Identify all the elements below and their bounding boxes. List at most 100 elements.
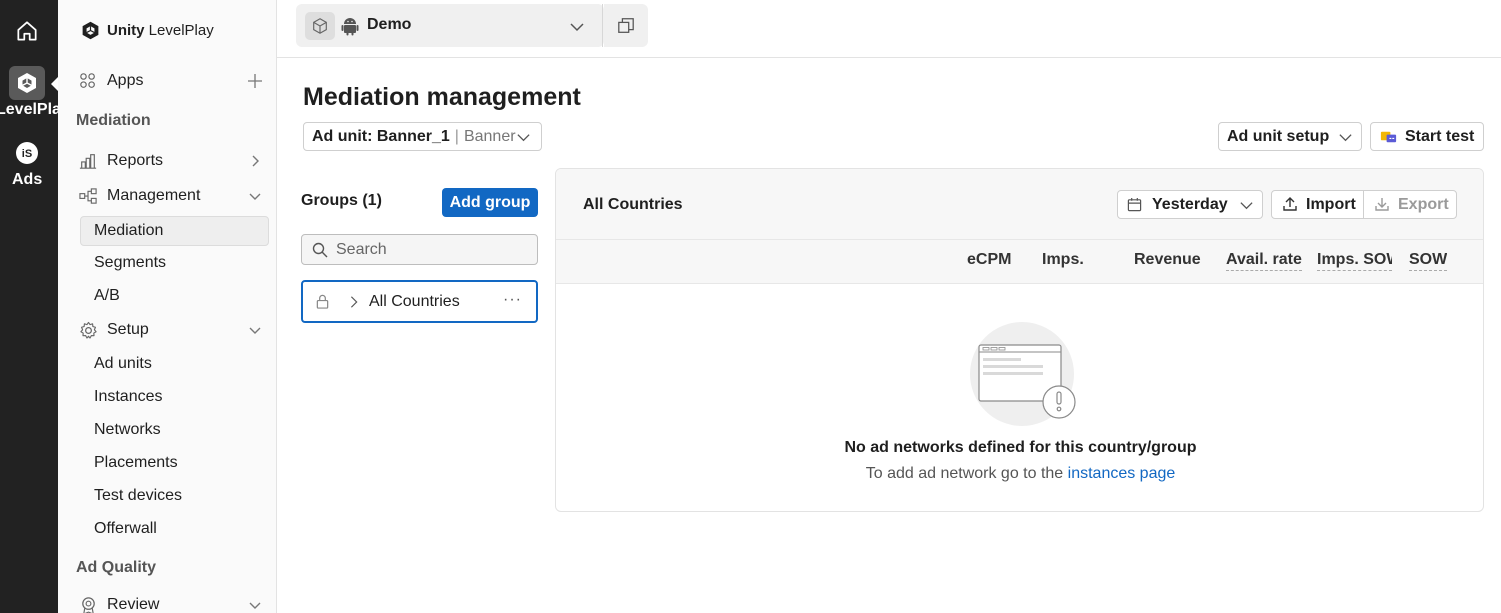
nav-management-label: Management xyxy=(107,187,201,204)
import-export-group: Import Export xyxy=(1271,190,1457,219)
group-search-input[interactable]: Search xyxy=(301,234,538,265)
start-test-label: Start test xyxy=(1405,127,1475,145)
chevron-down-icon xyxy=(249,602,261,609)
search-placeholder: Search xyxy=(336,240,387,258)
group-item-label: All Countries xyxy=(369,293,460,310)
top-bar: Demo xyxy=(277,0,1501,58)
add-app-icon[interactable] xyxy=(247,73,263,89)
unity-logo-icon xyxy=(82,21,99,40)
column-imps[interactable]: Imps. xyxy=(1042,251,1084,269)
brand-logo[interactable]: Unity LevelPlay xyxy=(80,20,214,41)
empty-state-illustration xyxy=(970,322,1076,426)
column-ecpm[interactable]: eCPM xyxy=(967,251,1011,269)
download-icon xyxy=(1375,198,1389,211)
svg-text:iS: iS xyxy=(22,148,32,160)
empty-state-title: No ad networks defined for this country/… xyxy=(844,439,1197,456)
nav-review[interactable]: Review xyxy=(78,590,263,613)
nav-reports-label: Reports xyxy=(107,152,164,169)
chevron-down-icon xyxy=(249,327,261,334)
import-button[interactable]: Import xyxy=(1272,191,1364,218)
add-group-button[interactable]: Add group xyxy=(442,188,538,217)
ad-unit-setup-button[interactable]: Ad unit setup xyxy=(1218,122,1362,151)
bar-chart-icon xyxy=(78,151,98,171)
nav-sub-mediation[interactable]: Mediation xyxy=(80,216,269,246)
brand-name-bold: Unity xyxy=(107,22,145,39)
nav-apps-label: Apps xyxy=(107,72,144,89)
nav-setup[interactable]: Setup xyxy=(78,315,263,345)
group-item-all-countries[interactable]: All Countries ··· xyxy=(301,280,538,323)
nav-apps[interactable]: Apps xyxy=(78,66,263,96)
home-icon[interactable] xyxy=(14,18,40,44)
test-device-icon xyxy=(1380,131,1397,143)
group-detail-panel: All Countries Yesterday Import Export eC… xyxy=(555,168,1484,512)
app-selector-divider xyxy=(602,4,603,47)
nav-sub-ad-units[interactable]: Ad units xyxy=(80,349,269,379)
ad-unit-setup-label: Ad unit setup xyxy=(1227,127,1330,145)
section-mediation: Mediation xyxy=(76,112,151,129)
date-range-label: Yesterday xyxy=(1152,195,1228,213)
empty-state-subtitle: To add ad network go to the instances pa… xyxy=(556,465,1483,483)
review-badge-icon xyxy=(78,595,98,613)
nav-sub-instances[interactable]: Instances xyxy=(80,382,269,412)
ad-unit-name: Ad unit: Banner_1 xyxy=(312,127,450,145)
more-options-icon[interactable]: ··· xyxy=(503,291,522,309)
empty-state-text: To add ad network go to the xyxy=(865,465,1064,482)
unity-cube-icon xyxy=(18,73,36,93)
upload-icon xyxy=(1283,197,1297,211)
column-sow[interactable]: SOW xyxy=(1409,251,1448,271)
nav-reports[interactable]: Reports xyxy=(78,146,263,176)
search-icon xyxy=(312,242,328,258)
app-selector[interactable]: Demo xyxy=(296,4,604,47)
sidebar: Unity LevelPlay Apps Mediation Reports M… xyxy=(58,0,277,613)
rail-label-ads: Ads xyxy=(12,171,43,188)
android-icon xyxy=(341,18,359,36)
app-rail: LevelPlay iS Ads xyxy=(0,0,58,613)
nav-sub-placements[interactable]: Placements xyxy=(80,448,269,478)
nav-review-label: Review xyxy=(107,596,160,613)
nav-setup-label: Setup xyxy=(107,321,149,338)
management-tree-icon xyxy=(78,186,98,206)
groups-title: Groups (1) xyxy=(301,192,382,209)
calendar-icon xyxy=(1127,197,1142,212)
nav-sub-test-devices[interactable]: Test devices xyxy=(80,481,269,511)
ad-unit-selector[interactable]: Ad unit: Banner_1 | Banner xyxy=(303,122,542,151)
nav-sub-ab[interactable]: A/B xyxy=(80,281,269,311)
copy-icon xyxy=(618,17,634,33)
chevron-down-icon xyxy=(1240,202,1253,210)
rail-label-levelplay: LevelPlay xyxy=(0,101,58,118)
ad-unit-separator: | xyxy=(454,127,459,145)
table-header: eCPM Imps. Revenue Avail. rate Imps. SOW… xyxy=(556,240,1483,284)
import-label: Import xyxy=(1306,195,1356,213)
column-revenue[interactable]: Revenue xyxy=(1134,251,1201,269)
app-cube-icon xyxy=(305,12,335,40)
chevron-right-icon[interactable] xyxy=(347,295,361,309)
instances-page-link[interactable]: instances page xyxy=(1068,465,1176,482)
chevron-down-icon xyxy=(517,134,530,142)
gear-icon xyxy=(78,320,98,340)
lock-icon xyxy=(316,294,329,309)
chevron-down-icon xyxy=(249,193,261,200)
nav-sub-offerwall[interactable]: Offerwall xyxy=(80,514,269,544)
column-avail-rate[interactable]: Avail. rate xyxy=(1226,251,1302,271)
export-label: Export xyxy=(1398,195,1449,213)
start-test-button[interactable]: Start test xyxy=(1370,122,1484,151)
nav-sub-networks[interactable]: Networks xyxy=(80,415,269,445)
nav-management[interactable]: Management xyxy=(78,181,263,211)
chevron-down-icon xyxy=(570,23,584,32)
nav-sub-segments[interactable]: Segments xyxy=(80,248,269,278)
section-ad-quality: Ad Quality xyxy=(76,559,157,576)
duplicate-button[interactable] xyxy=(604,4,648,47)
export-button[interactable]: Export xyxy=(1364,191,1456,218)
rail-active-pointer xyxy=(51,76,58,92)
ad-unit-type: Banner xyxy=(463,127,516,145)
chevron-down-icon xyxy=(1339,134,1352,142)
ironsource-icon[interactable]: iS xyxy=(15,141,39,165)
rail-item-levelplay[interactable] xyxy=(9,66,45,100)
apps-grid-icon xyxy=(78,71,98,91)
chevron-right-icon xyxy=(252,155,259,167)
column-imps-sow[interactable]: Imps. SOW xyxy=(1317,251,1392,271)
page-title: Mediation management xyxy=(303,83,581,111)
panel-header: All Countries Yesterday Import Export xyxy=(556,169,1483,240)
app-name: Demo xyxy=(367,16,412,33)
date-range-selector[interactable]: Yesterday xyxy=(1117,190,1263,219)
